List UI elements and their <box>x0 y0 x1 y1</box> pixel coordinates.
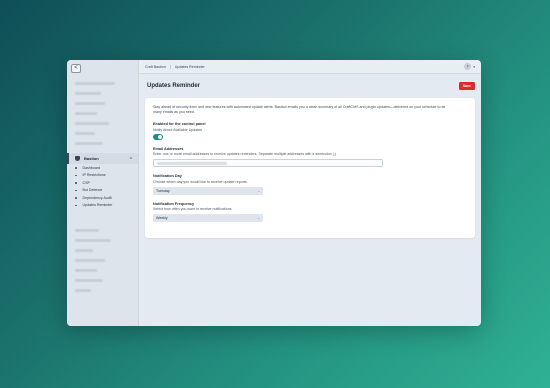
day-label: Notification Day <box>153 174 182 178</box>
bullet-icon <box>75 197 77 199</box>
frequency-description: Select how often you want to receive not… <box>153 207 233 211</box>
bullet-icon <box>75 189 77 191</box>
back-icon[interactable]: < <box>71 63 81 73</box>
blurred-nav-item[interactable] <box>75 259 105 262</box>
bullet-icon <box>75 167 77 169</box>
day-description: Choose which day you would like to recei… <box>153 179 248 184</box>
sidebar-item-dashboard[interactable]: Dashboard <box>67 164 138 172</box>
avatar[interactable]: F <box>464 63 472 70</box>
blurred-nav-item[interactable] <box>75 269 97 272</box>
sidebar-item-label: CSP <box>82 180 90 185</box>
blurred-nav-item[interactable] <box>75 122 109 125</box>
frequency-label: Notification Frequency <box>153 201 195 206</box>
bullet-icon <box>75 204 77 206</box>
blurred-nav-item[interactable] <box>75 279 103 282</box>
sidebar-top: < <box>67 60 138 76</box>
sidebar-item-dependency-audit[interactable]: Dependency Audit <box>67 194 138 202</box>
email-field[interactable] <box>153 159 383 167</box>
sidebar-item-bot-defence[interactable]: Bot Defence <box>67 187 138 195</box>
blurred-nav-item[interactable] <box>75 142 103 145</box>
page-header: Updates Reminder Save <box>139 74 481 98</box>
sidebar-item-label: Bot Defence <box>82 188 103 193</box>
settings-card: Stay ahead of security fixes and new fea… <box>145 98 475 238</box>
shield-icon <box>75 156 80 161</box>
blurred-nav-item[interactable] <box>75 249 93 252</box>
user-menu[interactable]: F ▾ <box>464 63 475 70</box>
frequency-select[interactable]: Weekly ⌄ <box>153 214 263 222</box>
email-label: Email Addresses <box>153 146 184 151</box>
day-select-value: Tuesday <box>156 188 170 193</box>
sidebar-item-label: Dependency Audit <box>82 195 112 200</box>
sidebar-item-updates-reminder[interactable]: Updates Reminder <box>67 202 138 210</box>
sidebar-lower <box>67 222 138 292</box>
chevron-down-icon: ⌄ <box>257 216 260 220</box>
blurred-nav-item[interactable] <box>75 132 95 135</box>
blurred-nav-item[interactable] <box>75 102 105 105</box>
enabled-toggle[interactable] <box>153 133 163 140</box>
day-select[interactable]: Tuesday ⌄ <box>153 186 263 195</box>
breadcrumb-item-current[interactable]: Updates Reminder <box>175 65 205 69</box>
bullet-icon <box>75 174 77 176</box>
page-title: Updates Reminder <box>147 83 201 89</box>
sidebar-item-ip-restrictions[interactable]: IP Restrictions <box>67 172 138 180</box>
breadcrumb-item[interactable]: Craft Bastion <box>145 64 171 69</box>
sidebar-section-label: Bastion <box>84 156 99 161</box>
chevron-down-icon: ⌄ <box>257 188 260 193</box>
blurred-nav-item[interactable] <box>75 229 99 232</box>
blurred-nav-item[interactable] <box>75 239 111 242</box>
frequency-select-value: Weekly <box>156 216 168 220</box>
sidebar: < Bastion ^ Dashboard IP Restrictions CS… <box>67 60 139 326</box>
main-content: Craft Bastion Updates Reminder F ▾ Updat… <box>139 60 481 326</box>
intro-text: Stay ahead of security fixes and new fea… <box>153 105 446 114</box>
sidebar-item-csp[interactable]: CSP <box>67 179 138 187</box>
enabled-description: Notify About Available Updates <box>153 127 203 132</box>
email-description: Enter one or more email addresses to rec… <box>153 152 336 156</box>
sidebar-section-bastion: Bastion ^ Dashboard IP Restrictions CSP … <box>67 153 138 209</box>
sidebar-item-label: Dashboard <box>82 165 101 170</box>
bullet-icon <box>75 182 77 184</box>
save-button[interactable]: Save <box>458 82 475 90</box>
sidebar-item-label: Updates Reminder <box>82 203 113 208</box>
breadcrumb: Craft Bastion Updates Reminder F ▾ <box>139 60 481 74</box>
toggle-knob <box>158 134 162 139</box>
blurred-nav-item[interactable] <box>75 289 91 292</box>
blurred-nav-item[interactable] <box>75 92 101 95</box>
blurred-nav-item[interactable] <box>75 82 115 85</box>
app-window: < Bastion ^ Dashboard IP Restrictions CS… <box>67 60 481 326</box>
chevron-up-icon[interactable]: ^ <box>130 156 132 161</box>
sidebar-item-bastion[interactable]: Bastion ^ <box>67 153 138 164</box>
chevron-down-icon[interactable]: ▾ <box>473 65 475 69</box>
sidebar-item-label: IP Restrictions <box>82 173 106 178</box>
enabled-label: Enabled for the control panel <box>153 122 206 126</box>
blurred-email-value <box>157 161 227 165</box>
blurred-nav-item[interactable] <box>75 112 97 115</box>
